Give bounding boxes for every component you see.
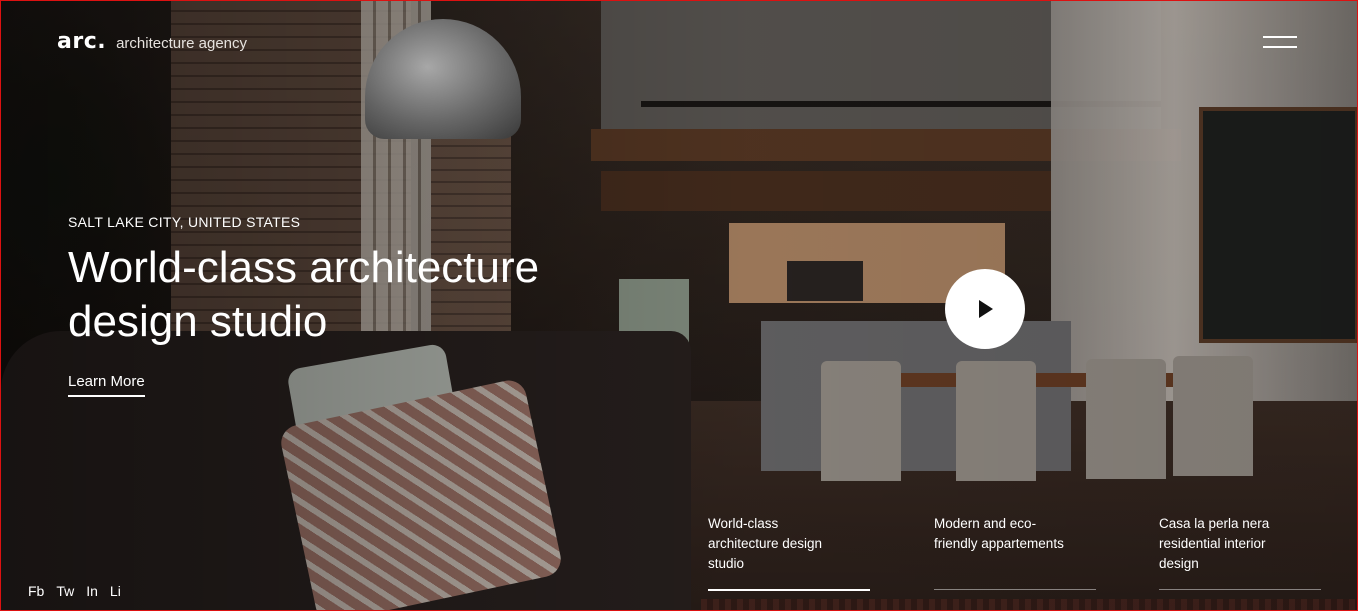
social-link-linkedin[interactable]: Li [110, 583, 121, 599]
slide-item[interactable]: World-class architecture design studio [708, 514, 870, 591]
social-links: Fb Tw In Li [28, 583, 121, 599]
slide-item[interactable]: Casa la perla nera residential interior … [1159, 514, 1321, 590]
play-icon [979, 300, 993, 318]
social-link-twitter[interactable]: Tw [56, 583, 74, 599]
hero-headline: World-class architecture design studio [68, 241, 648, 349]
slide-title-line: World-class [708, 516, 779, 531]
slide-item[interactable]: Modern and eco- friendly appartements [934, 514, 1096, 590]
slide-progress-line [1159, 589, 1321, 590]
page-frame: arc. architecture agency SALT LAKE CITY,… [0, 0, 1358, 611]
slide-title-line: friendly appartements [934, 536, 1064, 551]
menu-line [1263, 46, 1297, 48]
slide-title-line: Casa la perla nera [1159, 516, 1270, 531]
headline-line-1: World-class architecture [68, 243, 540, 292]
slide-title-line: architecture design [708, 536, 823, 551]
logo-mark: arc. [57, 29, 107, 54]
slide-progress-line [708, 589, 870, 591]
social-link-instagram[interactable]: In [86, 583, 98, 599]
learn-more-link[interactable]: Learn More [68, 373, 145, 397]
slide-title-line: design [1159, 556, 1199, 571]
logo-tagline: architecture agency [116, 35, 247, 52]
slide-progress-line [934, 589, 1096, 590]
social-link-facebook[interactable]: Fb [28, 583, 44, 599]
logo[interactable]: arc. architecture agency [57, 29, 247, 54]
menu-line [1263, 36, 1297, 38]
slide-title-line: residential interior [1159, 536, 1266, 551]
headline-line-2: design studio [68, 297, 328, 346]
slide-title-line: Modern and eco- [934, 516, 1037, 531]
hamburger-menu-icon[interactable] [1263, 34, 1297, 50]
slide-title-line: studio [708, 556, 745, 571]
play-video-button[interactable] [945, 269, 1025, 349]
hero-location: SALT LAKE CITY, UNITED STATES [68, 214, 301, 230]
